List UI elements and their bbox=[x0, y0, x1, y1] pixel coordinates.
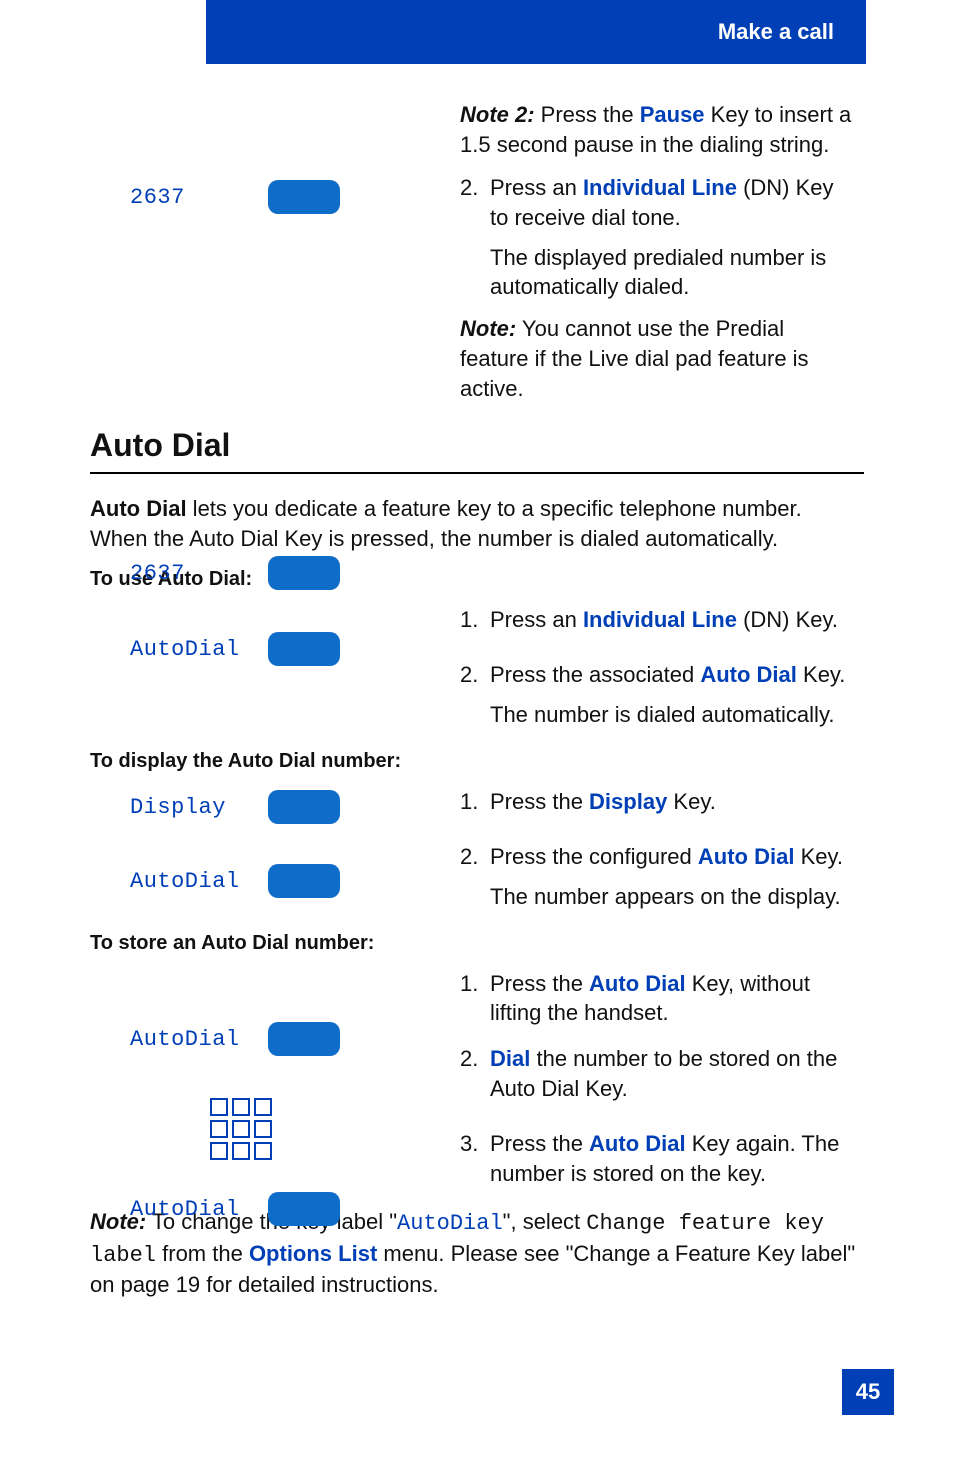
use-s2-num: 2. bbox=[460, 660, 490, 690]
use-row2-label: AutoDial bbox=[130, 637, 250, 662]
autodial-intro-bold: Auto Dial bbox=[90, 496, 187, 521]
header-title: Make a call bbox=[718, 19, 834, 45]
note-2-block: Note 2: Press the Pause Key to insert a … bbox=[460, 100, 864, 159]
store-s2-after: the number to be stored on the Auto Dial… bbox=[490, 1046, 837, 1101]
use-s1-key: Individual Line bbox=[583, 607, 737, 632]
store-s1-num: 1. bbox=[460, 969, 490, 999]
display-s2-after: Key. bbox=[794, 844, 843, 869]
autodial-intro: Auto Dial lets you dedicate a feature ke… bbox=[90, 494, 864, 553]
use-row1: 2637 bbox=[130, 556, 340, 590]
page: Make a call Note 2: Press the Pause Key … bbox=[0, 0, 954, 1475]
predial-s2a-before: Press an bbox=[490, 175, 583, 200]
autodial-heading: Auto Dial bbox=[90, 427, 864, 464]
display-s1-after: Key. bbox=[667, 789, 716, 814]
predial-note-label: Note: bbox=[460, 316, 516, 341]
display-row2: AutoDial bbox=[130, 864, 340, 898]
note2-key: Pause bbox=[640, 102, 705, 127]
predial-note: Note: You cannot use the Predial feature… bbox=[460, 314, 864, 403]
heading-rule bbox=[90, 472, 864, 474]
display-s1-num: 1. bbox=[460, 787, 490, 817]
line-key-icon bbox=[268, 180, 340, 214]
display-subheading: To display the Auto Dial number: bbox=[90, 750, 864, 773]
feature-key-icon bbox=[268, 864, 340, 898]
predial-line-key-label: 2637 bbox=[130, 185, 250, 210]
feature-key-icon bbox=[268, 632, 340, 666]
use-s2-before: Press the associated bbox=[490, 662, 700, 687]
store-row3: AutoDial bbox=[130, 1192, 340, 1226]
display-s2-num: 2. bbox=[460, 842, 490, 872]
store-s1-key: Auto Dial bbox=[589, 971, 686, 996]
dialpad-icon bbox=[210, 1098, 272, 1164]
use-row1-label: 2637 bbox=[130, 561, 250, 586]
predial-s2b: The displayed predialed number is automa… bbox=[490, 243, 854, 302]
predial-line-key-row: 2637 bbox=[130, 180, 340, 214]
note2-label: Note 2: bbox=[460, 102, 535, 127]
store-s1-before: Press the bbox=[490, 971, 589, 996]
display-row2-label: AutoDial bbox=[130, 869, 250, 894]
use-s2-after: Key. bbox=[797, 662, 846, 687]
predial-s2a-key: Individual Line bbox=[583, 175, 737, 200]
autodial-intro-rest: lets you dedicate a feature key to a spe… bbox=[90, 496, 802, 551]
display-s2-before: Press the configured bbox=[490, 844, 698, 869]
store-s3-before: Press the bbox=[490, 1131, 589, 1156]
feature-key-icon bbox=[268, 1192, 340, 1226]
footnote-mono1: AutoDial bbox=[397, 1211, 503, 1236]
content-area: Note 2: Press the Pause Key to insert a … bbox=[90, 0, 864, 1300]
footnote-key: Options List bbox=[249, 1241, 377, 1266]
use-s2-key: Auto Dial bbox=[700, 662, 797, 687]
store-s3-key: Auto Dial bbox=[589, 1131, 686, 1156]
line-key-icon bbox=[268, 556, 340, 590]
store-s3-num: 3. bbox=[460, 1129, 490, 1159]
use-s1-after: (DN) Key. bbox=[737, 607, 838, 632]
display-row1: Display bbox=[130, 790, 340, 824]
display-s2-key: Auto Dial bbox=[698, 844, 795, 869]
store-s2-key: Dial bbox=[490, 1046, 530, 1071]
store-s2-num: 2. bbox=[460, 1044, 490, 1074]
note2-before: Press the bbox=[535, 102, 640, 127]
predial-s2-num: 2. bbox=[460, 173, 490, 203]
predial-step2: 2. Press an Individual Line (DN) Key to … bbox=[460, 173, 864, 403]
footnote-p2: ", select bbox=[503, 1209, 587, 1234]
display-steps: 1. Press the Display Key. 2. Press the c… bbox=[460, 787, 864, 912]
feature-key-icon bbox=[268, 1022, 340, 1056]
use-s1-num: 1. bbox=[460, 605, 490, 635]
display-row1-label: Display bbox=[130, 795, 250, 820]
store-steps: 1. Press the Auto Dial Key, without lift… bbox=[460, 969, 864, 1189]
header-bar: Make a call bbox=[206, 0, 866, 64]
display-s2-sub: The number appears on the display. bbox=[490, 882, 854, 912]
store-row1-label: AutoDial bbox=[130, 1027, 250, 1052]
display-s1-before: Press the bbox=[490, 789, 589, 814]
use-steps: 1. Press an Individual Line (DN) Key. 2.… bbox=[460, 605, 864, 730]
feature-key-icon bbox=[268, 790, 340, 824]
use-row2: AutoDial bbox=[130, 632, 340, 666]
store-subheading: To store an Auto Dial number: bbox=[90, 932, 864, 955]
page-number: 45 bbox=[842, 1369, 894, 1415]
store-row1: AutoDial bbox=[130, 1022, 340, 1056]
use-s2-sub: The number is dialed automatically. bbox=[490, 700, 854, 730]
use-s1-before: Press an bbox=[490, 607, 583, 632]
display-s1-key: Display bbox=[589, 789, 667, 814]
store-row3-label: AutoDial bbox=[130, 1197, 250, 1222]
footnote-p3: from the bbox=[156, 1241, 249, 1266]
